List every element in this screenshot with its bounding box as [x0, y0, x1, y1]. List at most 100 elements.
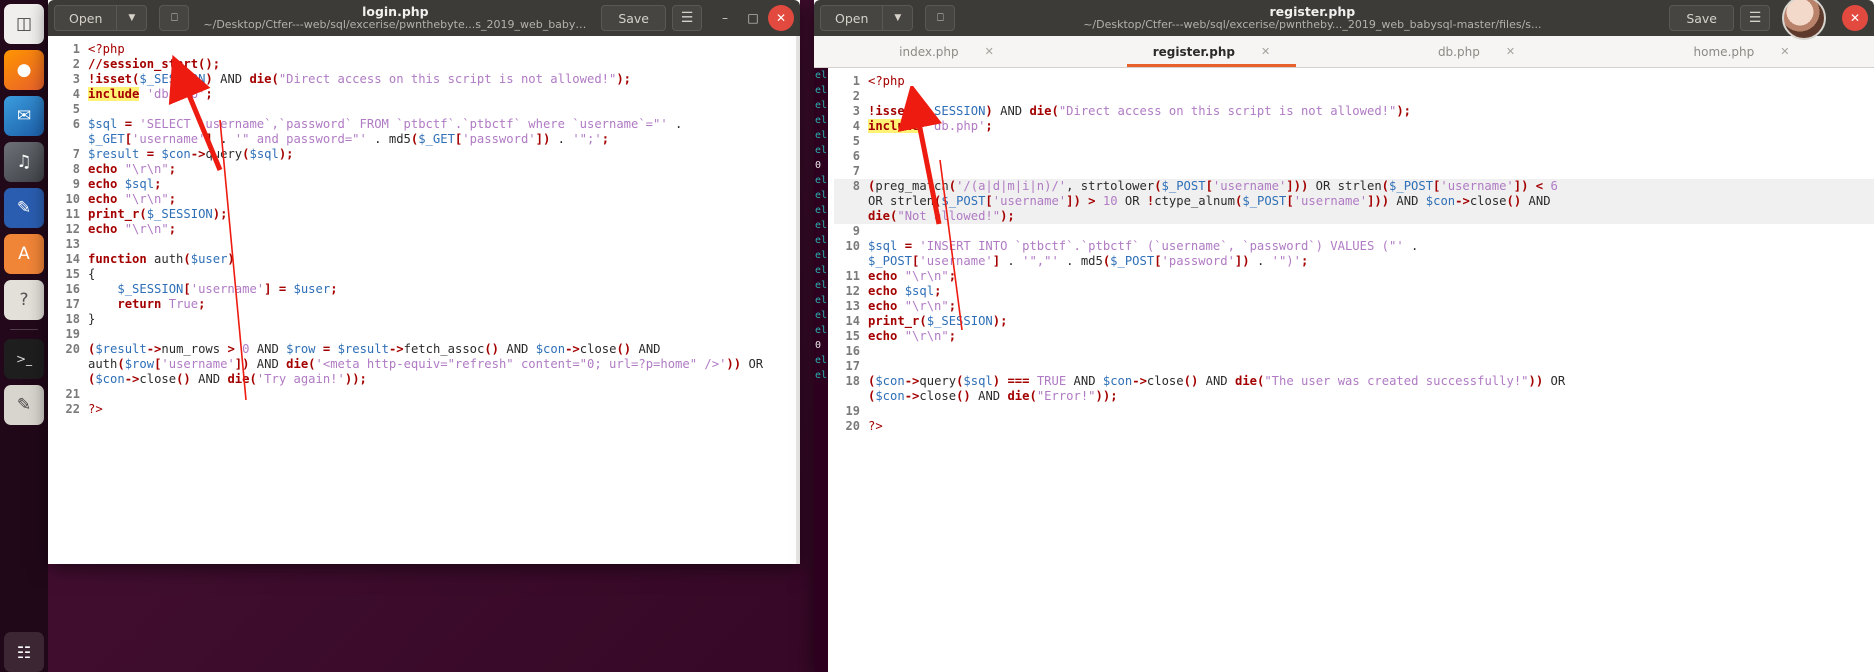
open-button[interactable]: Open — [54, 5, 118, 31]
code-text[interactable]: ?> — [88, 402, 103, 416]
code-text[interactable]: <?php — [88, 42, 125, 56]
code-text[interactable]: function auth($user) — [88, 252, 235, 266]
code-line[interactable]: 11 echo "\r\n"; — [834, 269, 1874, 284]
hamburger-menu-icon[interactable]: ☰ — [672, 5, 702, 31]
code-text[interactable] — [868, 164, 875, 178]
code-text[interactable]: ($result->num_rows > 0 AND $row = $resul… — [88, 342, 668, 356]
code-text[interactable]: <?php — [868, 74, 905, 88]
code-line[interactable]: 17 — [834, 359, 1874, 374]
code-line[interactable]: 15 { — [54, 267, 800, 282]
code-line[interactable]: 4 include 'db.php'; — [834, 119, 1874, 134]
code-text[interactable]: $sql = 'SELECT `username`,`password` FRO… — [88, 117, 690, 131]
text-editor-icon[interactable]: ✎ — [4, 385, 44, 425]
code-text[interactable]: ($con->query($sql) === TRUE AND $con->cl… — [868, 374, 1565, 388]
terminal-icon[interactable]: >_ — [4, 339, 44, 379]
right-code-editor[interactable]: el el el el el el 0 el el el el el el el el el el el 0 el el… — [814, 68, 1874, 672]
code-line[interactable]: 10 $sql = 'INSERT INTO `ptbctf`.`ptbctf` … — [834, 239, 1874, 254]
code-line[interactable]: 12 echo $sql; — [834, 284, 1874, 299]
save-button[interactable]: Save — [1669, 5, 1734, 31]
code-text[interactable]: //session_start(); — [88, 57, 220, 71]
open-button-group-right[interactable]: Open ▼ — [820, 5, 914, 31]
code-text[interactable]: !isset($_SESSION) AND die("Direct access… — [88, 72, 631, 86]
code-text[interactable]: ($con->close() AND die('Try again!')); — [88, 372, 367, 386]
new-tab-button[interactable]: ⎕ — [159, 5, 190, 31]
code-line[interactable]: 14 print_r($_SESSION); — [834, 314, 1874, 329]
chevron-down-icon[interactable]: ▼ — [883, 5, 914, 31]
code-line[interactable]: 2 //session_start(); — [54, 57, 800, 72]
left-code-content[interactable]: 1 <?php 2 //session_start(); 3 !isset($_SESSI… — [54, 42, 800, 417]
code-line[interactable]: 1 <?php — [834, 74, 1874, 89]
code-line[interactable]: 14 function auth($user) — [54, 252, 800, 267]
code-line[interactable]: $_POST['username'] . '","' . md5($_POST[… — [834, 254, 1874, 269]
firefox-icon[interactable]: ● — [4, 50, 44, 90]
code-line[interactable]: 6 — [834, 149, 1874, 164]
code-line[interactable]: 1 <?php — [54, 42, 800, 57]
code-text[interactable]: echo "\r\n"; — [88, 192, 176, 206]
code-line[interactable]: 16 $_SESSION['username'] = $user; — [54, 282, 800, 297]
code-text[interactable]: auth($row['username']) AND die('<meta ht… — [88, 357, 770, 371]
code-text[interactable]: } — [88, 312, 95, 326]
code-text[interactable]: OR strlen($_POST['username']) > 10 OR !c… — [868, 194, 1551, 208]
code-line[interactable]: 13 — [54, 237, 800, 252]
hamburger-menu-icon[interactable]: ☰ — [1740, 5, 1770, 31]
code-text[interactable]: echo $sql; — [88, 177, 161, 191]
code-text[interactable]: die("Not allowed!"); — [868, 209, 1015, 223]
save-button[interactable]: Save — [601, 5, 666, 31]
code-text[interactable]: include 'db.php'; — [868, 119, 993, 133]
code-line[interactable]: 6 $sql = 'SELECT `username`,`password` FR… — [54, 117, 800, 132]
code-text[interactable] — [88, 102, 95, 116]
tab-index-php[interactable]: index.php ✕ — [814, 36, 1079, 67]
code-text[interactable] — [88, 327, 95, 341]
left-code-editor[interactable]: 1 <?php 2 //session_start(); 3 !isset($_SESSI… — [48, 36, 800, 564]
new-tab-button[interactable]: ⎕ — [925, 5, 956, 31]
gedit-window-login-php[interactable]: Open ▼ ⎕ login.php ~/Desktop/Ctfer---web… — [48, 0, 800, 564]
show-applications-icon[interactable]: ☷ — [4, 632, 44, 672]
code-text[interactable]: print_r($_SESSION); — [868, 314, 1007, 328]
code-line[interactable]: 3 !isset($_SESSION) AND die("Direct acces… — [54, 72, 800, 87]
minimize-icon[interactable]: – — [712, 5, 738, 31]
tab-close-icon[interactable]: ✕ — [985, 45, 994, 58]
code-line[interactable]: $_GET['username'] . '" and password="' .… — [54, 132, 800, 147]
code-line[interactable]: 19 — [834, 404, 1874, 419]
tab-close-icon[interactable]: ✕ — [1506, 45, 1515, 58]
help-icon[interactable]: ? — [4, 280, 44, 320]
code-line[interactable]: 10 echo "\r\n"; — [54, 192, 800, 207]
code-line[interactable]: 7 — [834, 164, 1874, 179]
right-window-controls[interactable]: ✕ — [1842, 5, 1868, 31]
thunderbird-icon[interactable]: ✉ — [4, 96, 44, 136]
code-text[interactable] — [868, 344, 875, 358]
right-titlebar[interactable]: Open ▼ ⎕ register.php ~/Desktop/Ctfer---… — [814, 0, 1874, 40]
code-line[interactable]: 8 echo "\r\n"; — [54, 162, 800, 177]
close-icon[interactable]: ✕ — [1842, 5, 1868, 31]
tab-db-php[interactable]: db.php ✕ — [1344, 36, 1609, 67]
code-text[interactable] — [88, 237, 95, 251]
code-text[interactable]: echo "\r\n"; — [868, 329, 956, 343]
tab-close-icon[interactable]: ✕ — [1261, 45, 1270, 58]
code-text[interactable] — [868, 134, 875, 148]
code-line[interactable]: 9 echo $sql; — [54, 177, 800, 192]
code-text[interactable]: !isset($_SESSION) AND die("Direct access… — [868, 104, 1411, 118]
code-text[interactable] — [868, 89, 875, 103]
left-titlebar[interactable]: Open ▼ ⎕ login.php ~/Desktop/Ctfer---web… — [48, 0, 800, 36]
code-line[interactable]: 12 echo "\r\n"; — [54, 222, 800, 237]
code-text[interactable] — [88, 387, 95, 401]
code-line[interactable]: 21 — [54, 387, 800, 402]
gedit-window-register-php[interactable]: Open ▼ ⎕ register.php ~/Desktop/Ctfer---… — [814, 0, 1874, 672]
code-text[interactable]: $sql = 'INSERT INTO `ptbctf`.`ptbctf` (`… — [868, 239, 1426, 253]
code-text[interactable]: $_POST['username'] . '","' . md5($_POST[… — [868, 254, 1308, 268]
left-scrollbar[interactable] — [796, 36, 800, 564]
code-line[interactable]: ($con->close() AND die('Try again!')); — [54, 372, 800, 387]
code-line[interactable]: 17 return True; — [54, 297, 800, 312]
code-line[interactable]: 15 echo "\r\n"; — [834, 329, 1874, 344]
code-line[interactable]: 4 include 'db.php'; — [54, 87, 800, 102]
right-code-content[interactable]: 1 <?php 2 3 !isset($_SESSION) AND die("Dire… — [834, 74, 1874, 434]
rhythmbox-icon[interactable]: ♫ — [4, 142, 44, 182]
code-line[interactable]: 19 — [54, 327, 800, 342]
code-line[interactable]: 8 (preg_match('/(a|d|m|i|n)/', strtolower… — [834, 179, 1874, 194]
code-line[interactable]: 13 echo "\r\n"; — [834, 299, 1874, 314]
code-line[interactable]: 20 ?> — [834, 419, 1874, 434]
code-text[interactable]: ?> — [868, 419, 883, 433]
code-line[interactable]: 18} — [54, 312, 800, 327]
code-line[interactable]: die("Not allowed!"); — [834, 209, 1874, 224]
code-line[interactable]: 3 !isset($_SESSION) AND die("Direct acces… — [834, 104, 1874, 119]
